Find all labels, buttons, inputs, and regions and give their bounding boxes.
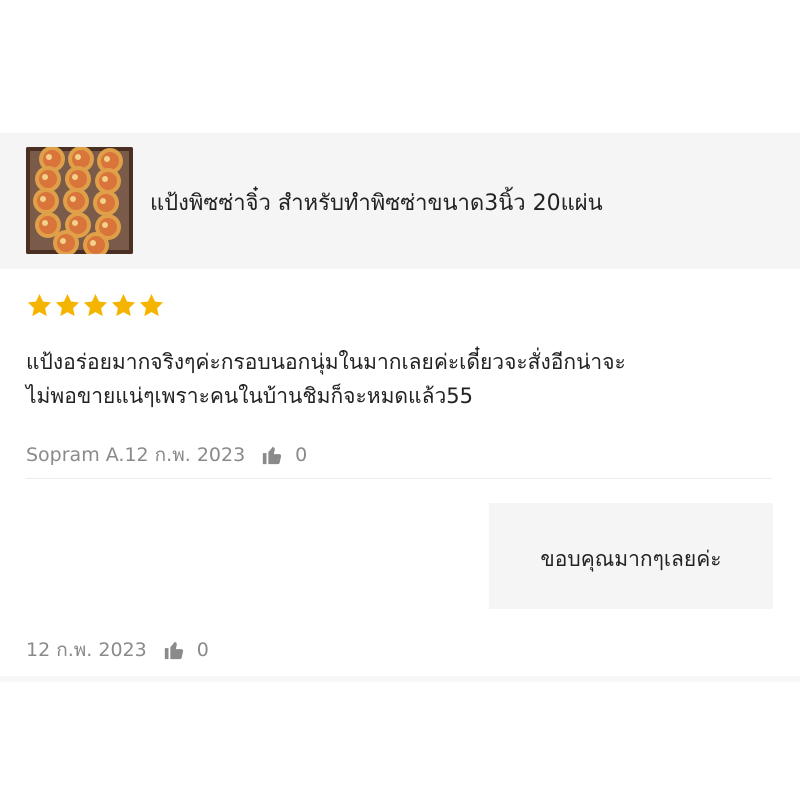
seller-reply-box: ขอบคุณมากๆเลยค่ะ bbox=[489, 503, 773, 609]
review-text-line-1: แป้งอร่อยมากจริงๆค่ะกรอบนอกนุ่มในมากเลยค… bbox=[26, 350, 626, 374]
star-icon bbox=[83, 294, 108, 317]
review-meta: Sopram A.12 ก.พ. 2023 0 bbox=[26, 440, 307, 470]
review-text: แป้งอร่อยมากจริงๆค่ะกรอบนอกนุ่มในมากเลยค… bbox=[26, 345, 786, 413]
reply-meta: 12 ก.พ. 2023 0 bbox=[26, 635, 209, 665]
star-icon bbox=[27, 294, 52, 317]
section-separator bbox=[0, 676, 800, 682]
star-rating bbox=[26, 292, 165, 319]
seller-reply-text: ขอบคุณมากๆเลยค่ะ bbox=[540, 547, 722, 571]
review-text-line-2: ไม่พอขายแน่ๆเพราะคนในบ้านชิมก็จะหมดแล้ว5… bbox=[26, 384, 473, 408]
product-title[interactable]: แป้งพิซซ่าจิ๋ว สำหรับทำพิซซ่าขนาด3นิ้ว 2… bbox=[150, 185, 603, 220]
thumbs-up-icon[interactable] bbox=[163, 639, 185, 661]
star-icon bbox=[55, 294, 80, 317]
review-author-date: Sopram A.12 ก.พ. 2023 bbox=[26, 444, 246, 466]
star-icon bbox=[139, 294, 164, 317]
divider bbox=[26, 478, 772, 479]
thumbs-up-icon[interactable] bbox=[261, 444, 283, 466]
product-thumbnail[interactable] bbox=[26, 147, 133, 254]
pizza-tray-image bbox=[26, 147, 133, 254]
star-icon bbox=[111, 294, 136, 317]
review-like-count: 0 bbox=[295, 444, 308, 466]
product-bar[interactable]: แป้งพิซซ่าจิ๋ว สำหรับทำพิซซ่าขนาด3นิ้ว 2… bbox=[0, 133, 800, 269]
reply-date: 12 ก.พ. 2023 bbox=[26, 639, 147, 661]
reply-like-count: 0 bbox=[196, 639, 209, 661]
